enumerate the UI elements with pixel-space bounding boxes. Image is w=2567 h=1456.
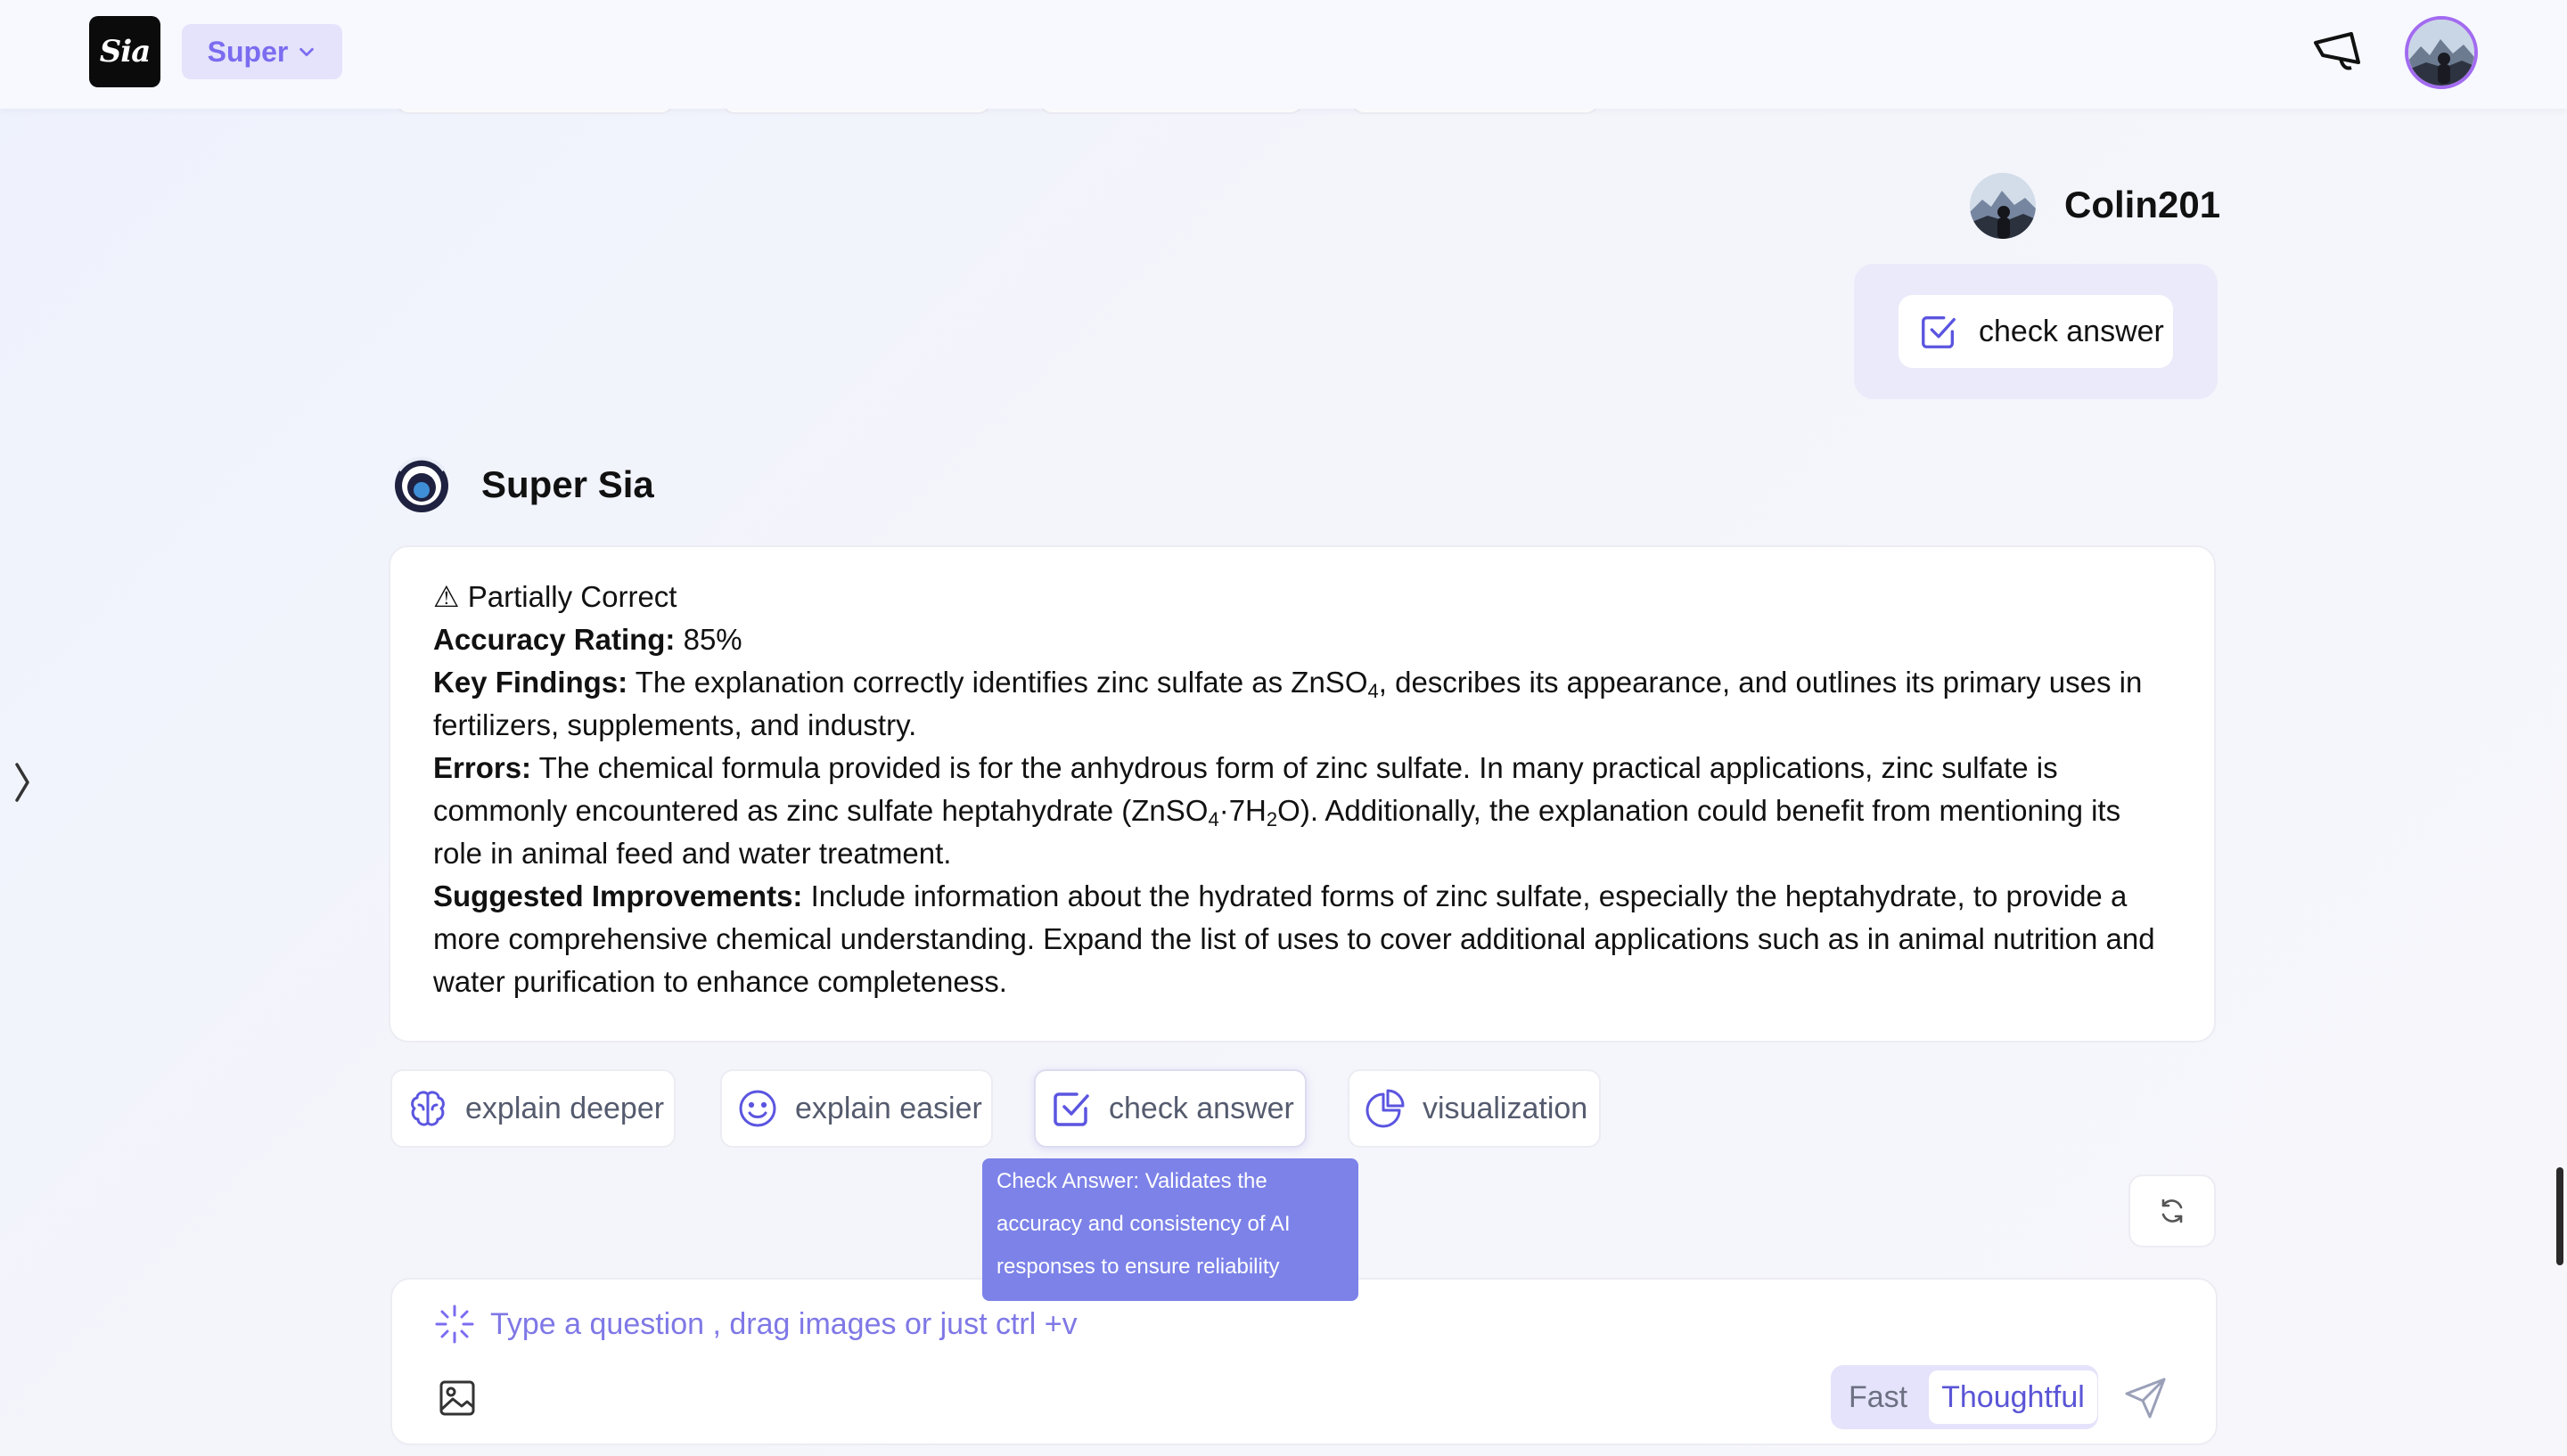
errors-subscript-2: 2 — [1266, 808, 1278, 830]
improvements-label: Suggested Improvements: — [433, 879, 803, 912]
user-avatar — [1970, 173, 2036, 239]
accuracy-value: 85% — [675, 623, 742, 656]
chevron-down-icon — [299, 47, 315, 57]
loading-spark-icon — [435, 1305, 474, 1344]
megaphone-icon[interactable] — [2309, 23, 2367, 82]
accuracy-label: Accuracy Rating: — [433, 623, 676, 656]
explain-deeper-button[interactable]: explain deeper — [390, 1069, 676, 1148]
errors: Errors: The chemical formula provided is… — [433, 747, 2171, 875]
question-input[interactable] — [490, 1297, 1738, 1351]
key-findings-text: The explanation correctly identifies zin… — [627, 666, 1368, 699]
speed-toggle: Fast Thoughtful — [1831, 1365, 2098, 1429]
assistant-name: Super Sia — [481, 463, 654, 505]
explain-easier-label: explain easier — [795, 1091, 982, 1125]
user-message-label: check answer — [1979, 314, 2164, 348]
visualization-button[interactable]: visualization — [1348, 1069, 1601, 1148]
chat-input-box: Fast Thoughtful — [390, 1278, 2218, 1445]
answer-status: ⚠ Partially Correct — [433, 580, 677, 613]
check-answer-button[interactable]: check answer — [1034, 1069, 1307, 1148]
user-avatar-top[interactable] — [2405, 16, 2478, 89]
top-bar: Sia Super — [0, 0, 2567, 109]
explain-easier-button[interactable]: explain easier — [720, 1069, 993, 1148]
avatar-image — [2408, 20, 2474, 86]
visualization-label: visualization — [1423, 1091, 1588, 1125]
user-message-check-answer: check answer — [1899, 295, 2173, 368]
checkbox-icon — [1922, 315, 1956, 348]
errors-label: Errors: — [433, 751, 532, 784]
brain-icon — [411, 1091, 445, 1126]
errors-subscript-1: 4 — [1208, 808, 1219, 830]
speed-option-fast[interactable]: Fast — [1836, 1370, 1920, 1424]
regenerate-button[interactable] — [2128, 1174, 2216, 1247]
check-answer-label: check answer — [1109, 1091, 1294, 1125]
image-upload-icon[interactable] — [437, 1378, 478, 1419]
super-sia-avatar-icon — [395, 456, 448, 512]
key-findings: Key Findings: The explanation correctly … — [433, 661, 2171, 747]
chevron-right-icon[interactable] — [9, 757, 36, 807]
mode-label: Super — [207, 35, 289, 68]
user-name: Colin201 — [2064, 184, 2221, 225]
scrollbar-thumb[interactable] — [2556, 1167, 2563, 1265]
suggested-improvements: Suggested Improvements: Include informat… — [433, 875, 2171, 1003]
user-message-bubble: check answer — [1854, 264, 2218, 399]
sia-logo[interactable]: Sia — [89, 16, 160, 87]
accuracy-line: Accuracy Rating: 85% — [433, 618, 2171, 661]
mode-selector[interactable]: Super — [182, 24, 342, 79]
errors-text-mid: ·7H — [1218, 794, 1267, 827]
key-findings-subscript: 4 — [1367, 680, 1379, 702]
refresh-icon — [2161, 1198, 2183, 1223]
smiley-icon — [739, 1090, 776, 1127]
pie-chart-icon — [1366, 1089, 1405, 1128]
speed-option-thoughtful[interactable]: Thoughtful — [1929, 1370, 2097, 1424]
check-answer-tooltip: Check Answer: Validates the accuracy and… — [982, 1158, 1358, 1301]
send-icon[interactable] — [2121, 1374, 2169, 1422]
avatar-image — [1970, 173, 2036, 239]
answer-card: ⚠ Partially Correct Accuracy Rating: 85%… — [389, 545, 2216, 1043]
key-findings-label: Key Findings: — [433, 666, 628, 699]
checkbox-icon — [1054, 1092, 1089, 1126]
explain-deeper-label: explain deeper — [465, 1091, 665, 1125]
